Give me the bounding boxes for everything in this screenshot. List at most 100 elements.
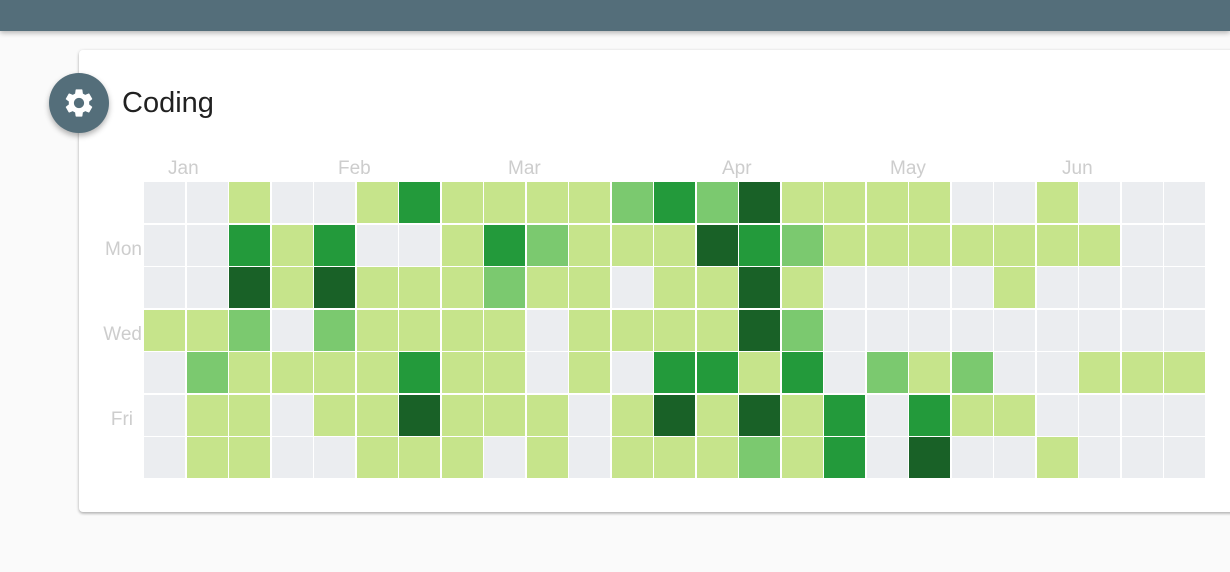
heatmap-cell[interactable]: [867, 437, 908, 478]
heatmap-cell[interactable]: [867, 267, 908, 308]
heatmap-cell[interactable]: [612, 395, 653, 436]
heatmap-cell[interactable]: [357, 395, 398, 436]
heatmap-cell[interactable]: [314, 225, 355, 266]
heatmap-cell[interactable]: [952, 437, 993, 478]
heatmap-cell[interactable]: [399, 437, 440, 478]
heatmap-cell[interactable]: [229, 437, 270, 478]
heatmap-cell[interactable]: [357, 225, 398, 266]
heatmap-cell[interactable]: [527, 352, 568, 393]
heatmap-cell[interactable]: [399, 182, 440, 223]
heatmap-cell[interactable]: [357, 182, 398, 223]
heatmap-cell[interactable]: [484, 182, 525, 223]
heatmap-cell[interactable]: [1122, 267, 1163, 308]
heatmap-cell[interactable]: [612, 437, 653, 478]
heatmap-cell[interactable]: [1079, 225, 1120, 266]
heatmap-cell[interactable]: [654, 352, 695, 393]
heatmap-cell[interactable]: [654, 182, 695, 223]
settings-button[interactable]: [49, 73, 109, 133]
heatmap-cell[interactable]: [739, 267, 780, 308]
heatmap-cell[interactable]: [1037, 225, 1078, 266]
heatmap-cell[interactable]: [1164, 225, 1205, 266]
heatmap-cell[interactable]: [442, 352, 483, 393]
heatmap-cell[interactable]: [867, 310, 908, 351]
heatmap-cell[interactable]: [1122, 182, 1163, 223]
heatmap-cell[interactable]: [442, 437, 483, 478]
heatmap-cell[interactable]: [314, 182, 355, 223]
heatmap-cell[interactable]: [144, 225, 185, 266]
heatmap-cell[interactable]: [739, 395, 780, 436]
heatmap-cell[interactable]: [994, 267, 1035, 308]
heatmap-cell[interactable]: [1037, 437, 1078, 478]
heatmap-cell[interactable]: [442, 182, 483, 223]
heatmap-cell[interactable]: [314, 395, 355, 436]
heatmap-cell[interactable]: [994, 310, 1035, 351]
heatmap-cell[interactable]: [1164, 182, 1205, 223]
heatmap-cell[interactable]: [824, 225, 865, 266]
heatmap-cell[interactable]: [187, 182, 228, 223]
heatmap-cell[interactable]: [697, 310, 738, 351]
heatmap-cell[interactable]: [187, 395, 228, 436]
heatmap-cell[interactable]: [824, 352, 865, 393]
heatmap-cell[interactable]: [442, 395, 483, 436]
heatmap-cell[interactable]: [357, 437, 398, 478]
heatmap-cell[interactable]: [144, 437, 185, 478]
heatmap-cell[interactable]: [697, 225, 738, 266]
heatmap-cell[interactable]: [484, 437, 525, 478]
heatmap-cell[interactable]: [782, 310, 823, 351]
heatmap-cell[interactable]: [612, 267, 653, 308]
heatmap-cell[interactable]: [399, 267, 440, 308]
heatmap-cell[interactable]: [824, 437, 865, 478]
heatmap-cell[interactable]: [1122, 437, 1163, 478]
heatmap-cell[interactable]: [357, 352, 398, 393]
heatmap-cell[interactable]: [1079, 437, 1120, 478]
heatmap-cell[interactable]: [272, 352, 313, 393]
heatmap-cell[interactable]: [1122, 225, 1163, 266]
heatmap-cell[interactable]: [569, 352, 610, 393]
heatmap-cell[interactable]: [229, 182, 270, 223]
heatmap-cell[interactable]: [697, 352, 738, 393]
heatmap-cell[interactable]: [1164, 267, 1205, 308]
heatmap-cell[interactable]: [527, 225, 568, 266]
heatmap-cell[interactable]: [527, 182, 568, 223]
heatmap-cell[interactable]: [994, 182, 1035, 223]
heatmap-cell[interactable]: [569, 267, 610, 308]
heatmap-cell[interactable]: [909, 310, 950, 351]
heatmap-cell[interactable]: [1164, 395, 1205, 436]
heatmap-cell[interactable]: [782, 352, 823, 393]
heatmap-cell[interactable]: [654, 437, 695, 478]
heatmap-cell[interactable]: [654, 267, 695, 308]
heatmap-cell[interactable]: [1079, 182, 1120, 223]
heatmap-cell[interactable]: [612, 310, 653, 351]
heatmap-cell[interactable]: [824, 310, 865, 351]
heatmap-cell[interactable]: [399, 395, 440, 436]
heatmap-cell[interactable]: [272, 395, 313, 436]
heatmap-cell[interactable]: [782, 182, 823, 223]
heatmap-cell[interactable]: [824, 182, 865, 223]
heatmap-cell[interactable]: [782, 395, 823, 436]
heatmap-cell[interactable]: [569, 395, 610, 436]
heatmap-cell[interactable]: [144, 267, 185, 308]
heatmap-cell[interactable]: [442, 310, 483, 351]
heatmap-cell[interactable]: [739, 352, 780, 393]
heatmap-cell[interactable]: [399, 225, 440, 266]
heatmap-cell[interactable]: [952, 310, 993, 351]
heatmap-cell[interactable]: [739, 437, 780, 478]
heatmap-cell[interactable]: [569, 437, 610, 478]
heatmap-cell[interactable]: [229, 225, 270, 266]
heatmap-cell[interactable]: [527, 437, 568, 478]
heatmap-cell[interactable]: [527, 310, 568, 351]
heatmap-cell[interactable]: [612, 352, 653, 393]
heatmap-cell[interactable]: [314, 310, 355, 351]
heatmap-cell[interactable]: [612, 182, 653, 223]
heatmap-cell[interactable]: [144, 352, 185, 393]
heatmap-cell[interactable]: [272, 225, 313, 266]
heatmap-cell[interactable]: [314, 352, 355, 393]
heatmap-cell[interactable]: [357, 267, 398, 308]
heatmap-cell[interactable]: [909, 267, 950, 308]
heatmap-cell[interactable]: [1122, 395, 1163, 436]
heatmap-cell[interactable]: [1037, 182, 1078, 223]
heatmap-cell[interactable]: [229, 395, 270, 436]
heatmap-cell[interactable]: [1037, 267, 1078, 308]
heatmap-cell[interactable]: [824, 267, 865, 308]
heatmap-cell[interactable]: [782, 437, 823, 478]
